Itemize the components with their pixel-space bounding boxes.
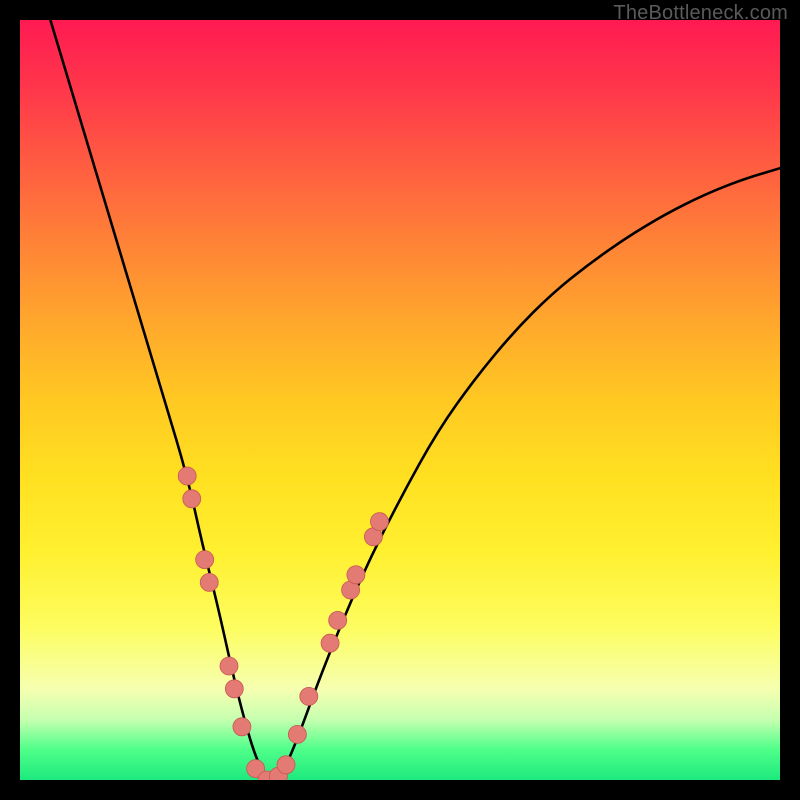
plot-area — [20, 20, 780, 780]
